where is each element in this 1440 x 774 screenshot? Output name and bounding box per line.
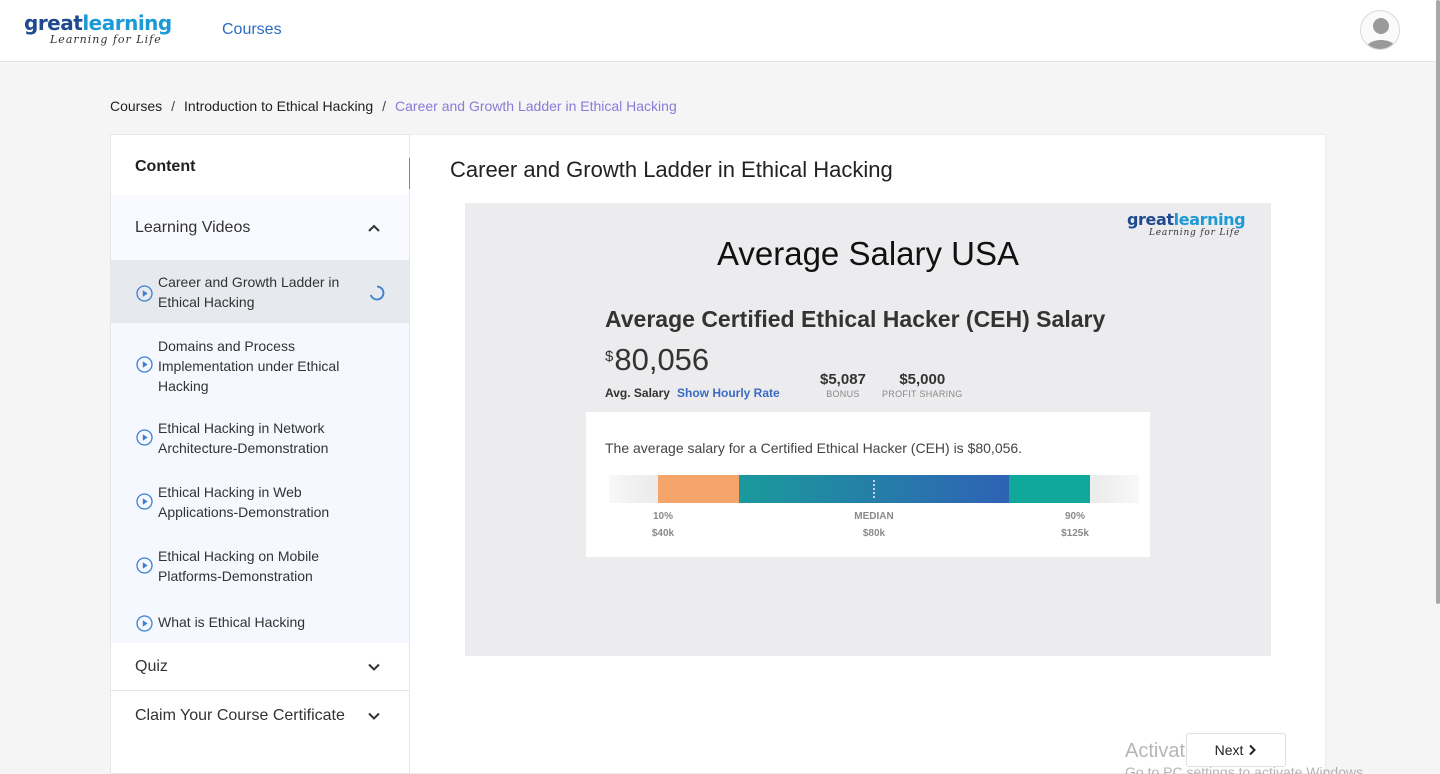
video-item[interactable]: Career and Growth Ladder in Ethical Hack… bbox=[111, 260, 409, 323]
logo-text-learning: learning bbox=[82, 11, 172, 35]
salary-card: Average Certified Ethical Hacker (CEH) S… bbox=[586, 299, 1150, 557]
logo-tagline: Learning for Life bbox=[50, 33, 162, 46]
play-circle-icon bbox=[136, 285, 153, 302]
nav-courses-link[interactable]: Courses bbox=[222, 21, 282, 39]
greatlearning-logo[interactable]: greatlearning Learning for Life bbox=[24, 12, 176, 46]
chevron-down-icon bbox=[368, 663, 380, 671]
lesson-title: Career and Growth Ladder in Ethical Hack… bbox=[450, 157, 893, 182]
breadcrumb-courses[interactable]: Courses bbox=[110, 98, 162, 114]
chevron-right-icon bbox=[1249, 744, 1257, 756]
learning-videos-list: Career and Growth Ladder in Ethical Hack… bbox=[111, 260, 409, 643]
user-avatar-icon bbox=[1366, 18, 1396, 49]
salary-heading: Average Certified Ethical Hacker (CEH) S… bbox=[605, 306, 1106, 332]
content-sidebar: Content Learning Videos Career and Growt… bbox=[110, 134, 410, 774]
slide-logo-text-learning: learning bbox=[1173, 210, 1246, 229]
slide-logo: greatlearning Learning for Life bbox=[1127, 210, 1257, 238]
salary-range-high-segment bbox=[1009, 475, 1090, 503]
top-navbar: greatlearning Learning for Life Courses bbox=[0, 0, 1440, 62]
currency-symbol: $ bbox=[605, 348, 614, 365]
video-player[interactable]: greatlearning Learning for Life Average … bbox=[465, 203, 1271, 656]
profit-sharing-value: $5,000 bbox=[899, 371, 946, 388]
chevron-down-icon bbox=[368, 712, 380, 720]
range-median-label: MEDIAN $80k bbox=[834, 508, 914, 542]
next-button[interactable]: Next bbox=[1186, 733, 1286, 767]
chevron-up-icon bbox=[368, 224, 380, 232]
video-item-label: Domains and Process Implementation under… bbox=[158, 338, 340, 394]
section-label: Claim Your Course Certificate bbox=[135, 707, 345, 724]
section-learning-videos[interactable]: Learning Videos bbox=[111, 195, 409, 261]
show-hourly-rate-link: Show Hourly Rate bbox=[677, 386, 780, 400]
bonus-label: BONUS bbox=[826, 389, 860, 399]
page-scrollbar[interactable] bbox=[1436, 0, 1440, 604]
video-item-label: What is Ethical Hacking bbox=[158, 614, 306, 630]
salary-range-low-segment bbox=[658, 475, 739, 503]
loading-spinner-icon bbox=[369, 285, 385, 301]
salary-range-bar bbox=[609, 475, 1139, 503]
range-high-label: 90% $125k bbox=[1050, 508, 1100, 542]
range-low-pct: 10% bbox=[652, 511, 673, 522]
range-low-value: $40k bbox=[651, 528, 675, 539]
bonus-stat: $5,087 BONUS bbox=[820, 372, 866, 400]
range-high-value: $125k bbox=[1061, 528, 1089, 539]
play-circle-icon bbox=[136, 615, 153, 632]
section-certificate[interactable]: Claim Your Course Certificate bbox=[111, 692, 409, 740]
salary-amount: $80,056 bbox=[605, 342, 709, 378]
breadcrumb: Courses / Introduction to Ethical Hacking /… bbox=[110, 98, 677, 114]
user-avatar[interactable] bbox=[1360, 10, 1400, 50]
play-circle-icon bbox=[136, 356, 153, 373]
salary-description: The average salary for a Certified Ethic… bbox=[605, 440, 1023, 456]
video-item[interactable]: Domains and Process Implementation under… bbox=[111, 323, 409, 405]
avg-salary-label: Avg. Salary bbox=[605, 386, 670, 400]
next-button-label: Next bbox=[1214, 742, 1244, 758]
range-median-value: $80k bbox=[862, 528, 886, 539]
slide-logo-text-great: great bbox=[1127, 210, 1174, 229]
video-item[interactable]: Ethical Hacking in Network Architecture-… bbox=[111, 405, 409, 469]
video-item[interactable]: Ethical Hacking in Web Applications-Demo… bbox=[111, 469, 409, 533]
play-circle-icon bbox=[136, 557, 153, 574]
slide-title: Average Salary USA bbox=[716, 235, 1020, 272]
video-item[interactable]: Ethical Hacking on Mobile Platforms-Demo… bbox=[111, 533, 409, 597]
section-label: Quiz bbox=[135, 657, 168, 675]
breadcrumb-course[interactable]: Introduction to Ethical Hacking bbox=[184, 98, 373, 114]
video-item-label: Ethical Hacking in Network Architecture-… bbox=[158, 420, 329, 456]
salary-card-body: The average salary for a Certified Ethic… bbox=[586, 412, 1150, 557]
video-item-label: Ethical Hacking on Mobile Platforms-Demo… bbox=[158, 548, 320, 584]
bonus-value: $5,087 bbox=[820, 371, 866, 388]
profit-sharing-stat: $5,000 PROFIT SHARING bbox=[882, 372, 963, 400]
profit-sharing-label: PROFIT SHARING bbox=[882, 389, 963, 399]
play-circle-icon bbox=[136, 429, 153, 446]
median-marker bbox=[873, 480, 875, 498]
range-high-pct: 90% bbox=[1064, 511, 1085, 522]
breadcrumb-current: Career and Growth Ladder in Ethical Hack… bbox=[395, 98, 677, 114]
video-item-label: Career and Growth Ladder in Ethical Hack… bbox=[158, 274, 340, 310]
main-content-panel: Career and Growth Ladder in Ethical Hack… bbox=[410, 134, 1326, 774]
breadcrumb-separator: / bbox=[171, 98, 176, 114]
video-item-label: Ethical Hacking in Web Applications-Demo… bbox=[158, 484, 330, 520]
content-title: Content bbox=[135, 158, 196, 175]
section-label: Learning Videos bbox=[135, 219, 251, 236]
salary-card-header: Average Certified Ethical Hacker (CEH) S… bbox=[586, 299, 1146, 412]
video-item[interactable]: What is Ethical Hacking bbox=[111, 597, 409, 643]
range-median-text: MEDIAN bbox=[854, 511, 894, 522]
logo-text-great: great bbox=[24, 11, 83, 35]
salary-amount-value: 80,056 bbox=[614, 342, 710, 377]
section-quiz[interactable]: Quiz bbox=[111, 643, 409, 691]
play-circle-icon bbox=[136, 493, 153, 510]
breadcrumb-separator: / bbox=[382, 98, 387, 114]
range-low-label: 10% $40k bbox=[643, 508, 683, 542]
